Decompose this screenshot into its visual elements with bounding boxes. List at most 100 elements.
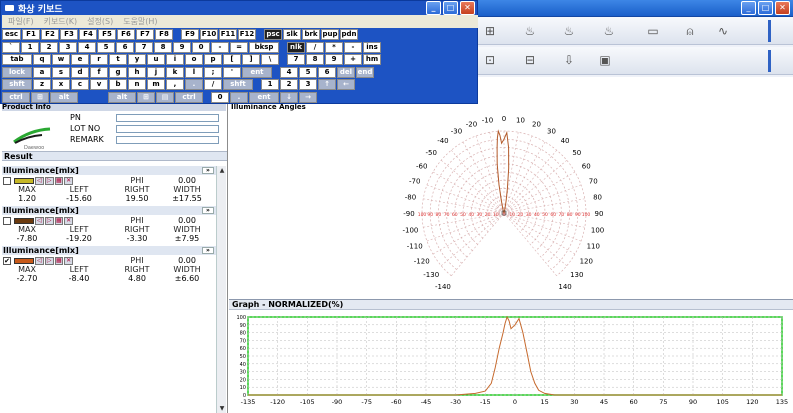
- key-q[interactable]: q: [33, 54, 51, 65]
- tree-icon[interactable]: ⍝: [682, 24, 698, 38]
- key-1[interactable]: 1: [21, 41, 39, 53]
- left-arrow-icon[interactable]: ◁: [35, 177, 44, 185]
- key-6[interactable]: 6: [116, 41, 134, 53]
- key-shft[interactable]: shft: [2, 79, 32, 90]
- key-j[interactable]: j: [147, 66, 165, 78]
- key-6[interactable]: 6: [318, 66, 336, 78]
- key-lock[interactable]: lock: [2, 66, 32, 78]
- key-sym[interactable]: ': [223, 66, 241, 78]
- screen-icon[interactable]: ▣: [597, 53, 613, 67]
- key-0[interactable]: 0: [192, 41, 210, 53]
- key-sym[interactable]: ▤: [156, 91, 174, 103]
- key-F4[interactable]: F4: [79, 29, 97, 40]
- measurement-checkbox[interactable]: [3, 177, 11, 185]
- key-sym[interactable]: ⊞: [31, 91, 49, 103]
- menu-file[interactable]: 파일(F): [8, 15, 34, 28]
- measurement-checkbox[interactable]: ✔: [3, 257, 11, 265]
- key-4[interactable]: 4: [280, 66, 298, 78]
- left-arrow-icon[interactable]: ◁: [35, 217, 44, 225]
- key-4[interactable]: 4: [78, 41, 96, 53]
- menu-settings[interactable]: 설정(S): [87, 15, 113, 28]
- key-bksp[interactable]: bksp: [249, 41, 279, 53]
- key-sym[interactable]: ;: [204, 66, 222, 78]
- scroll-down-icon[interactable]: ▼: [217, 404, 227, 413]
- key-7[interactable]: 7: [135, 41, 153, 53]
- key-sym[interactable]: ↑: [318, 79, 336, 90]
- key-F2[interactable]: F2: [41, 29, 59, 40]
- key-h[interactable]: h: [128, 66, 146, 78]
- key-ctrl[interactable]: ctrl: [2, 91, 30, 103]
- left-arrow-icon[interactable]: ◁: [35, 257, 44, 265]
- lamp2-icon[interactable]: ♨: [561, 24, 577, 38]
- wave-icon[interactable]: ∿: [715, 24, 731, 38]
- key-alt[interactable]: alt: [108, 91, 136, 103]
- delete-icon[interactable]: ✕: [64, 177, 73, 185]
- key-u[interactable]: u: [147, 54, 165, 65]
- menu-help[interactable]: 도움말(H): [123, 15, 157, 28]
- expand-button[interactable]: »: [202, 167, 214, 174]
- right-arrow-icon[interactable]: ▷: [44, 257, 54, 265]
- key-F11[interactable]: F11: [219, 29, 237, 40]
- key-c[interactable]: c: [71, 79, 89, 90]
- key-z[interactable]: z: [33, 79, 51, 90]
- sensor-icon[interactable]: ⊞: [482, 24, 498, 38]
- key-8[interactable]: 8: [306, 54, 324, 65]
- keyboard-close-button[interactable]: ✕: [460, 1, 475, 15]
- color-swatch[interactable]: [14, 218, 34, 224]
- key-p[interactable]: p: [204, 54, 222, 65]
- color-swatch[interactable]: [14, 178, 34, 184]
- key-slk[interactable]: slk: [283, 29, 301, 40]
- key-sym[interactable]: *: [325, 41, 343, 53]
- key-F9[interactable]: F9: [181, 29, 199, 40]
- key-2[interactable]: 2: [280, 79, 298, 90]
- key-F6[interactable]: F6: [117, 29, 135, 40]
- color-swatch[interactable]: [14, 258, 34, 264]
- expand-button[interactable]: »: [202, 247, 214, 254]
- chart-icon[interactable]: ▦: [54, 177, 64, 185]
- key-f[interactable]: f: [90, 66, 108, 78]
- key-9[interactable]: 9: [325, 54, 343, 65]
- key-0[interactable]: 0: [211, 91, 229, 103]
- key-a[interactable]: a: [33, 66, 51, 78]
- measurement-checkbox[interactable]: [3, 217, 11, 225]
- chart-icon[interactable]: ▦: [54, 257, 64, 265]
- keyboard-minimize-button[interactable]: _: [426, 1, 441, 15]
- key-sym[interactable]: /: [306, 41, 324, 53]
- key-end[interactable]: end: [356, 66, 374, 78]
- key-g[interactable]: g: [109, 66, 127, 78]
- key-ent[interactable]: ent: [242, 66, 272, 78]
- key-l[interactable]: l: [185, 66, 203, 78]
- chart-icon[interactable]: ▦: [54, 217, 64, 225]
- right-arrow-icon[interactable]: ▷: [44, 217, 54, 225]
- result-scrollbar[interactable]: ▲ ▼: [216, 166, 226, 413]
- key-hm[interactable]: hm: [363, 54, 381, 65]
- lamp3-icon[interactable]: ♨: [601, 24, 617, 38]
- key-y[interactable]: y: [128, 54, 146, 65]
- key-5[interactable]: 5: [97, 41, 115, 53]
- lamp1-icon[interactable]: ♨: [522, 24, 538, 38]
- key-o[interactable]: o: [185, 54, 203, 65]
- close-button[interactable]: ✕: [775, 1, 790, 15]
- expand-button[interactable]: »: [202, 207, 214, 214]
- key-shft[interactable]: shft: [223, 79, 253, 90]
- key-F8[interactable]: F8: [155, 29, 173, 40]
- key-sym[interactable]: -: [344, 41, 362, 53]
- key-7[interactable]: 7: [287, 54, 305, 65]
- key-F5[interactable]: F5: [98, 29, 116, 40]
- key-F1[interactable]: F1: [22, 29, 40, 40]
- key-m[interactable]: m: [147, 79, 165, 90]
- key-pdn[interactable]: pdn: [340, 29, 358, 40]
- key-F12[interactable]: F12: [238, 29, 256, 40]
- folder-open-icon[interactable]: ⊡: [482, 53, 498, 67]
- key-ins[interactable]: ins: [363, 41, 381, 53]
- key-sym[interactable]: ⊞: [137, 91, 155, 103]
- key-psc[interactable]: psc: [264, 29, 282, 40]
- key-5[interactable]: 5: [299, 66, 317, 78]
- key-v[interactable]: v: [90, 79, 108, 90]
- key-sym[interactable]: =: [230, 41, 248, 53]
- folder-save-icon[interactable]: ⊟: [522, 53, 538, 67]
- key-ent[interactable]: ent: [249, 91, 279, 103]
- pn-field[interactable]: [116, 114, 219, 122]
- key-r[interactable]: r: [90, 54, 108, 65]
- key-sym[interactable]: →: [299, 91, 317, 103]
